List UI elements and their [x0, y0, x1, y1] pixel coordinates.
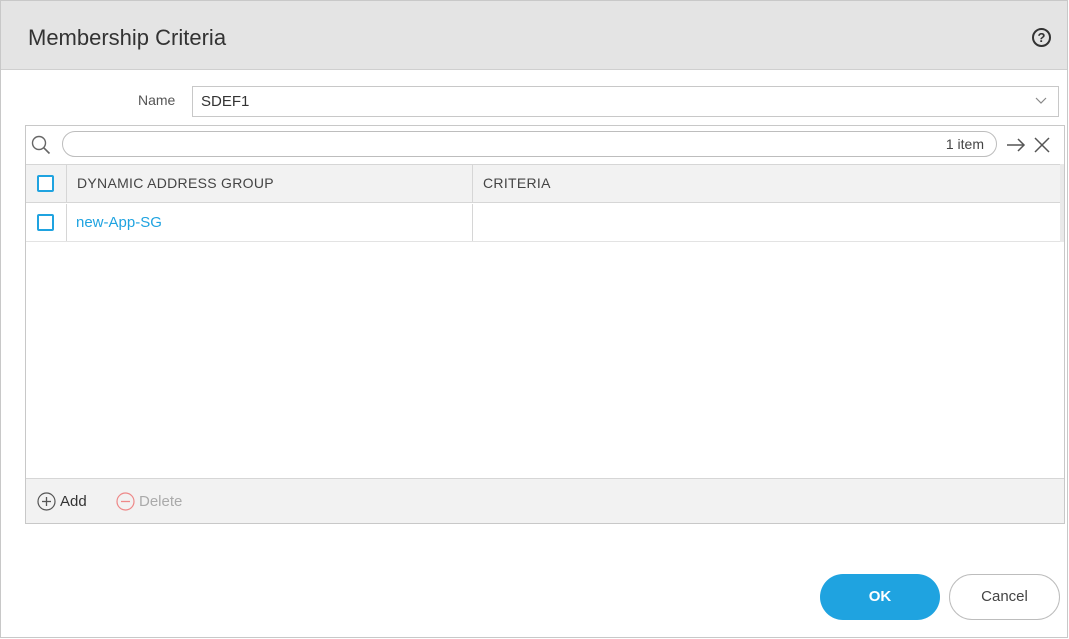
- column-divider: [472, 204, 473, 241]
- item-count: 1 item: [945, 136, 984, 152]
- help-icon[interactable]: ?: [1032, 28, 1051, 47]
- name-label: Name: [138, 92, 176, 108]
- column-divider: [66, 204, 67, 241]
- dynamic-address-group-panel: 1 item DYNAMIC ADDRESS GROUP CRITERIA ne…: [25, 125, 1065, 524]
- select-all-checkbox[interactable]: [37, 175, 54, 192]
- search-icon[interactable]: [31, 135, 51, 155]
- chevron-down-icon[interactable]: [1034, 93, 1048, 107]
- close-icon[interactable]: [1032, 135, 1052, 155]
- table-row[interactable]: new-App-SG: [26, 204, 1060, 242]
- add-button[interactable]: Add: [37, 491, 87, 511]
- cancel-button[interactable]: Cancel: [949, 574, 1060, 620]
- delete-label: Delete: [139, 492, 183, 510]
- column-divider: [66, 165, 67, 202]
- scrollbar[interactable]: [1060, 164, 1064, 242]
- column-header-dynamic-address-group[interactable]: DYNAMIC ADDRESS GROUP: [77, 165, 274, 202]
- dialog-titlebar: Membership Criteria ?: [1, 1, 1067, 70]
- membership-criteria-dialog: Membership Criteria ? Name SDEF1 1 item …: [0, 0, 1068, 638]
- row-checkbox[interactable]: [37, 214, 54, 231]
- column-header-criteria[interactable]: CRITERIA: [483, 165, 551, 202]
- delete-button[interactable]: Delete: [116, 491, 182, 511]
- minus-circle-icon: [116, 491, 135, 511]
- ok-button[interactable]: OK: [820, 574, 940, 620]
- table-footer: Add Delete: [26, 478, 1064, 523]
- plus-circle-icon: [37, 491, 56, 511]
- group-link[interactable]: new-App-SG: [76, 214, 162, 231]
- table-header: DYNAMIC ADDRESS GROUP CRITERIA: [26, 164, 1060, 203]
- add-label: Add: [60, 492, 87, 510]
- dialog-title: Membership Criteria: [28, 25, 227, 50]
- search-input[interactable]: 1 item: [62, 131, 997, 157]
- column-divider: [472, 165, 473, 202]
- arrow-right-icon[interactable]: [1005, 135, 1027, 155]
- name-select[interactable]: SDEF1: [192, 86, 1059, 117]
- name-value: SDEF1: [201, 93, 250, 110]
